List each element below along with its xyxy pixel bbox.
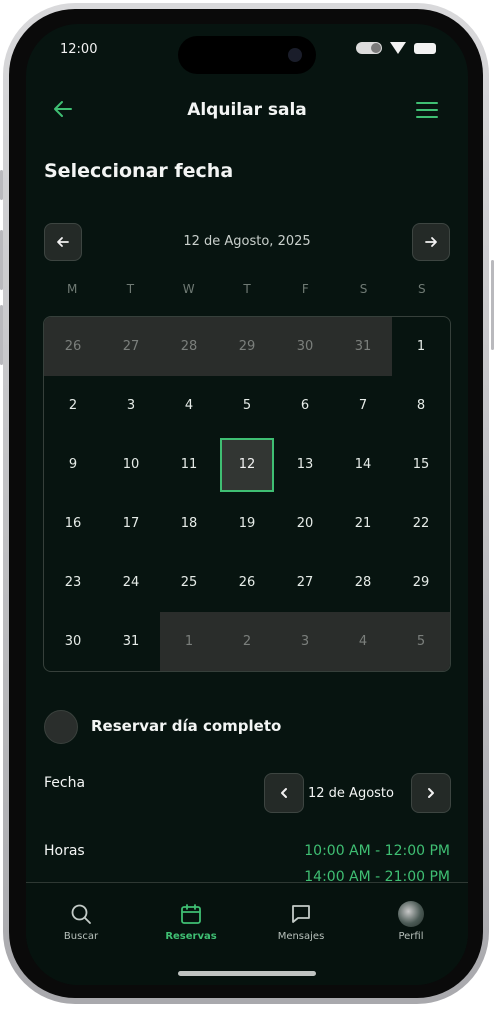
calendar-day: 3	[276, 612, 334, 671]
chat-bubble-icon	[261, 901, 341, 927]
section-title: Seleccionar fecha	[44, 160, 234, 182]
calendar-day: 2	[218, 612, 276, 671]
calendar-day[interactable]: 8	[392, 376, 450, 435]
calendar-day[interactable]: 19	[218, 494, 276, 553]
status-time: 12:00	[60, 42, 98, 57]
chevron-left-icon	[281, 788, 287, 798]
calendar-day[interactable]: 29	[392, 553, 450, 612]
app-screen: 12:00 Alquilar sala Seleccionar fecha 12…	[26, 24, 468, 985]
calendar-day[interactable]: 6	[276, 376, 334, 435]
calendar-day[interactable]: 4	[160, 376, 218, 435]
tab-label: Perfil	[398, 931, 424, 942]
wifi-icon	[390, 42, 406, 54]
weekday-label: F	[301, 282, 309, 296]
calendar-day[interactable]: 27	[276, 553, 334, 612]
search-icon	[41, 901, 121, 927]
tab-buscar[interactable]: Buscar	[41, 901, 121, 942]
horas-label: Horas	[44, 843, 85, 859]
weekday-label: T	[126, 282, 135, 296]
volume-up-button	[0, 230, 3, 290]
calendar-day[interactable]: 18	[160, 494, 218, 553]
calendar-day: 28	[160, 317, 218, 376]
full-day-radio[interactable]	[44, 710, 78, 744]
calendar-day[interactable]: 10	[102, 435, 160, 494]
calendar-day[interactable]: 26	[218, 553, 276, 612]
weekday-label: S	[359, 282, 368, 296]
header: Alquilar sala	[26, 94, 468, 130]
calendar-day: 27	[102, 317, 160, 376]
prev-date-button[interactable]	[264, 773, 304, 813]
calendar-day: 29	[218, 317, 276, 376]
next-month-button[interactable]	[412, 223, 450, 261]
weekday-label: T	[243, 282, 251, 296]
calendar-day[interactable]: 9	[44, 435, 102, 494]
calendar-day: 4	[334, 612, 392, 671]
battery-icon	[414, 42, 436, 54]
weekday-label: S	[418, 282, 426, 296]
calendar-day[interactable]: 15	[392, 435, 450, 494]
full-day-label: Reservar día completo	[91, 717, 282, 735]
month-label: 12 de Agosto, 2025	[183, 234, 311, 249]
calendar-day[interactable]: 16	[44, 494, 102, 553]
tab-perfil[interactable]: Perfil	[371, 901, 451, 942]
calendar-day: 1	[160, 612, 218, 671]
calendar-day[interactable]: 13	[276, 435, 334, 494]
hamburger-menu-icon[interactable]	[416, 102, 438, 123]
calendar-day[interactable]: 20	[276, 494, 334, 553]
avatar	[398, 901, 424, 927]
fecha-label: Fecha	[44, 775, 86, 791]
calendar-day-selected[interactable]: 12	[218, 435, 276, 494]
calendar-day[interactable]: 7	[334, 376, 392, 435]
next-date-button[interactable]	[411, 773, 451, 813]
calendar-grid: 26 27 28 29 30 31 1 2 3 4 5 6 7 8 9 10 11 12 13 14 15 16 17 18 1…	[43, 316, 451, 672]
calendar-day[interactable]: 21	[334, 494, 392, 553]
volume-down-button	[0, 305, 3, 365]
calendar-day[interactable]: 25	[160, 553, 218, 612]
weekday-header: MTWTFSS	[43, 282, 451, 296]
calendar-day: 31	[334, 317, 392, 376]
arrow-right-icon	[425, 237, 437, 247]
status-icons	[356, 42, 436, 54]
tab-label: Mensajes	[277, 931, 325, 942]
home-indicator	[178, 971, 316, 976]
calendar-day[interactable]: 22	[392, 494, 450, 553]
tab-mensajes[interactable]: Mensajes	[261, 901, 341, 942]
calendar-day[interactable]: 11	[160, 435, 218, 494]
weekday-label: W	[182, 282, 195, 296]
calendar-day[interactable]: 3	[102, 376, 160, 435]
camera-icon	[288, 48, 302, 62]
calendar-day[interactable]: 24	[102, 553, 160, 612]
calendar-icon	[151, 901, 231, 927]
calendar-day[interactable]: 2	[44, 376, 102, 435]
cellular-icon	[356, 42, 382, 54]
weekday-label: M	[66, 282, 78, 296]
page-title: Alquilar sala	[187, 100, 307, 120]
calendar-day[interactable]: 1	[392, 317, 450, 376]
calendar-day: 5	[392, 612, 450, 671]
tab-label: Buscar	[63, 931, 99, 942]
calendar-day[interactable]: 5	[218, 376, 276, 435]
calendar-day[interactable]: 30	[44, 612, 102, 671]
calendar-day: 30	[276, 317, 334, 376]
calendar-day[interactable]: 28	[334, 553, 392, 612]
selected-date-value: 12 de Agosto	[308, 786, 394, 801]
chevron-right-icon	[428, 788, 434, 798]
tab-label: Reservas	[165, 931, 217, 942]
side-button	[0, 170, 3, 200]
calendar-day[interactable]: 14	[334, 435, 392, 494]
calendar-day[interactable]: 31	[102, 612, 160, 671]
bottom-tab-bar: Buscar Reservas Mensajes Perfil	[26, 882, 468, 985]
calendar-day[interactable]: 23	[44, 553, 102, 612]
calendar-day: 26	[44, 317, 102, 376]
calendar-day[interactable]: 17	[102, 494, 160, 553]
dynamic-island	[178, 36, 316, 74]
selected-day-box[interactable]: 12	[220, 437, 274, 492]
hour-slot[interactable]: 10:00 AM - 12:00 PM	[304, 843, 450, 859]
tab-reservas[interactable]: Reservas	[151, 901, 231, 942]
